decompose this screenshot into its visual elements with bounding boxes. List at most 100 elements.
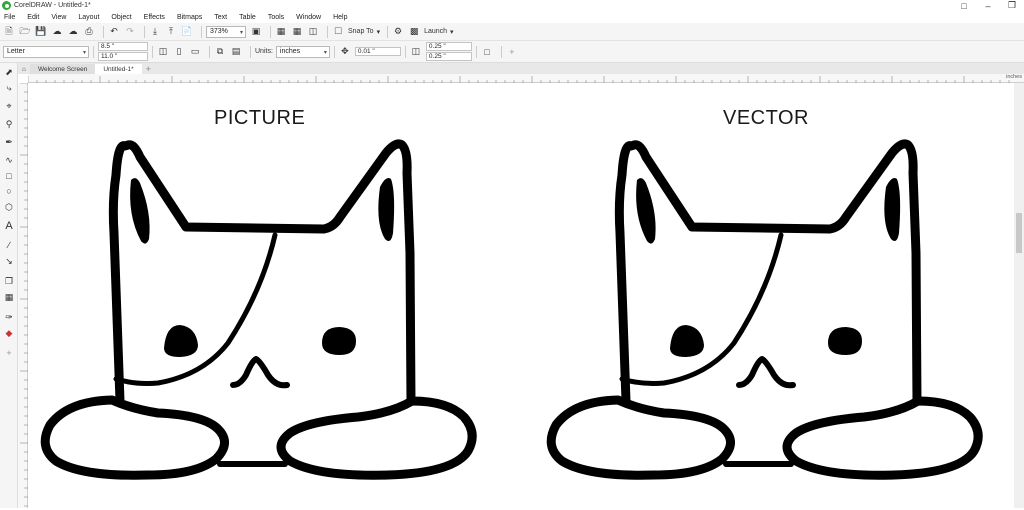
snap-to-label[interactable]: Snap To: [348, 28, 374, 35]
page-height-value: 11.0 ": [101, 53, 118, 60]
duplicate-x-field[interactable]: 0.25 ": [425, 42, 472, 51]
separator: [103, 25, 104, 38]
fill-icon[interactable]: ◆: [3, 327, 15, 339]
page-width-field[interactable]: 8.5 ": [98, 42, 148, 51]
restore-button[interactable]: ❐: [1000, 0, 1024, 11]
units-label: Units:: [255, 48, 273, 55]
launch-label[interactable]: Launch: [424, 28, 447, 35]
nudge-icon: ✥: [341, 46, 349, 56]
account-icon[interactable]: □: [952, 0, 976, 11]
redo-icon[interactable]: ↷: [124, 26, 136, 38]
page-size-combo[interactable]: Letter ▾: [3, 45, 89, 58]
full-screen-icon[interactable]: ▣: [250, 26, 262, 38]
save-icon[interactable]: 💾: [35, 26, 47, 38]
ruler-unit-label: inches: [1006, 74, 1022, 80]
nudge-distance-value: 0.01 ": [357, 48, 375, 55]
eyedropper-icon[interactable]: ✑: [3, 311, 15, 323]
ruler-ticks: [27, 76, 1010, 83]
undo-icon[interactable]: ↶: [108, 26, 120, 38]
show-grid-icon[interactable]: ▦: [291, 26, 303, 38]
menu-help[interactable]: Help: [333, 14, 347, 21]
import-icon[interactable]: ⤓: [149, 26, 161, 38]
menu-bitmaps[interactable]: Bitmaps: [177, 14, 202, 21]
menu-layout[interactable]: Layout: [78, 14, 99, 21]
export-icon[interactable]: ⤒: [165, 26, 177, 38]
menu-object[interactable]: Object: [111, 14, 131, 21]
shape-tool-icon[interactable]: ⤷: [3, 82, 15, 94]
separator: [333, 45, 335, 58]
add-tool-icon[interactable]: +: [3, 347, 15, 359]
all-pages-icon[interactable]: ⧉: [214, 46, 226, 58]
chevron-down-icon: ▾: [82, 49, 86, 56]
ellipse-icon[interactable]: ○: [3, 185, 15, 197]
paper-type-icon[interactable]: ◫: [157, 46, 169, 58]
window-title: CorelDRAW - Untitled-1*: [14, 2, 91, 9]
menu-file[interactable]: File: [4, 14, 15, 21]
zoom-icon[interactable]: ⚲: [3, 118, 15, 130]
menu-view[interactable]: View: [51, 14, 66, 21]
separator: [144, 25, 145, 38]
artistic-media-icon[interactable]: ∿: [3, 154, 15, 166]
vector-cat-drawing[interactable]: [551, 144, 978, 475]
picture-cat-drawing[interactable]: [45, 144, 472, 475]
page-frame-icon[interactable]: □: [481, 46, 493, 58]
publish-icon[interactable]: 📄: [181, 26, 193, 38]
page-height-field[interactable]: 11.0 ": [98, 52, 148, 61]
scrollbar-thumb[interactable]: [1016, 213, 1022, 253]
chevron-down-icon[interactable]: ▾: [450, 28, 454, 36]
menu-table[interactable]: Table: [239, 14, 256, 21]
vertical-ruler[interactable]: [18, 82, 28, 508]
new-icon[interactable]: 🗎: [3, 26, 15, 38]
open-icon[interactable]: 🗁: [19, 26, 31, 38]
separator: [250, 45, 251, 58]
shadow-icon[interactable]: ❐: [3, 275, 15, 287]
property-bar: Letter ▾ 8.5 " 11.0 " ◫ ▯ ▭ ⧉ ▤ Units: i…: [0, 41, 1024, 63]
menu-window[interactable]: Window: [296, 14, 321, 21]
home-icon[interactable]: ⌂: [18, 64, 30, 74]
freehand-icon[interactable]: ✒: [3, 136, 15, 148]
portrait-icon[interactable]: ▯: [173, 46, 185, 58]
gear-icon[interactable]: ⚙: [392, 26, 404, 38]
vertical-scrollbar[interactable]: [1014, 83, 1024, 508]
duplicate-distance: 0.25 " 0.25 ": [425, 42, 472, 61]
chevron-down-icon: ▾: [323, 49, 327, 56]
cloud-download-icon[interactable]: ☁: [67, 26, 79, 38]
current-page-icon[interactable]: ▤: [230, 46, 242, 58]
drawing-canvas[interactable]: PICTURE VECTOR: [28, 83, 1014, 508]
connector-icon[interactable]: ↘: [3, 255, 15, 267]
menu-text[interactable]: Text: [214, 14, 227, 21]
zoom-level-value: 373%: [210, 28, 228, 35]
duplicate-y-field[interactable]: 0.25 ": [425, 52, 472, 61]
zoom-level-combo[interactable]: 373% ▾: [206, 25, 246, 38]
units-combo[interactable]: inches ▾: [275, 45, 330, 58]
separator: [475, 45, 477, 58]
tab-untitled-1[interactable]: Untitled-1*: [95, 64, 142, 74]
snap-icon[interactable]: ☐: [332, 26, 344, 38]
text-icon[interactable]: A: [3, 220, 15, 232]
crop-icon[interactable]: ⌖: [3, 100, 15, 112]
toolbox: ⬈ ⤷ ⌖ ⚲ ✒ ∿ □ ○ ⬡ A ∕ ↘ ❐ ▦ ✑ ◆ +: [0, 63, 18, 508]
landscape-icon[interactable]: ▭: [189, 46, 201, 58]
polygon-icon[interactable]: ⬡: [3, 201, 15, 213]
menu-tools[interactable]: Tools: [268, 14, 284, 21]
dimension-icon[interactable]: ∕: [3, 239, 15, 251]
tab-welcome-screen[interactable]: Welcome Screen: [29, 64, 96, 74]
menu-effects[interactable]: Effects: [144, 14, 165, 21]
print-icon[interactable]: ⎙: [83, 26, 95, 38]
launch-icon[interactable]: ▩: [408, 26, 420, 38]
app-logo-icon: [2, 1, 11, 10]
horizontal-ruler[interactable]: inches: [27, 74, 1024, 83]
nudge-distance-field[interactable]: 0.01 ": [354, 47, 401, 56]
add-tab-button[interactable]: +: [142, 64, 155, 74]
menu-edit[interactable]: Edit: [27, 14, 39, 21]
minimize-button[interactable]: –: [976, 0, 1000, 11]
show-guidelines-icon[interactable]: ◫: [307, 26, 319, 38]
cloud-upload-icon[interactable]: ☁: [51, 26, 63, 38]
units-value: inches: [279, 48, 301, 55]
show-rulers-icon[interactable]: ▦: [275, 26, 287, 38]
chevron-down-icon[interactable]: ▾: [377, 28, 381, 36]
add-icon[interactable]: +: [506, 46, 518, 58]
pick-tool-icon[interactable]: ⬈: [3, 66, 15, 78]
transparency-icon[interactable]: ▦: [3, 291, 15, 303]
rectangle-icon[interactable]: □: [3, 170, 15, 182]
